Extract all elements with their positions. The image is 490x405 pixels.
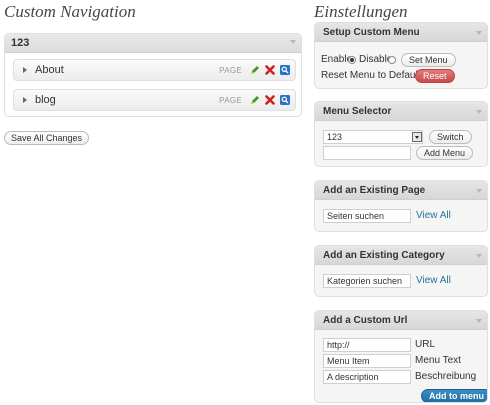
url-label: URL [415, 339, 436, 350]
menu-panel: 123 About PAGE blog PAGE [4, 33, 302, 117]
widget-header: Add a Custom Url [315, 311, 487, 330]
url-input[interactable]: http:// [323, 338, 411, 352]
collapse-toggle-icon[interactable] [290, 40, 296, 44]
menu-item-type: PAGE [219, 65, 242, 75]
menu-text-label: Menu Text [415, 355, 461, 366]
widget-title: Add an Existing Page [323, 184, 426, 196]
menu-panel-header: 123 [5, 34, 301, 53]
menu-name: 123 [11, 37, 30, 49]
delete-x-icon[interactable] [265, 95, 275, 105]
collapse-toggle-icon[interactable] [476, 31, 482, 35]
enable-radio[interactable] [348, 56, 356, 64]
category-search-input[interactable]: Kategorien suchen [323, 274, 411, 288]
add-to-menu-button[interactable]: Add to menu [421, 389, 487, 402]
page-search-input[interactable]: Seiten suchen [323, 209, 411, 223]
menu-item-label: blog [35, 94, 56, 106]
widget-header: Setup Custom Menu [315, 23, 487, 42]
menu-item-label: About [35, 64, 64, 76]
set-menu-button[interactable]: Set Menu [401, 53, 456, 67]
widget-title: Menu Selector [323, 105, 392, 117]
collapse-toggle-icon[interactable] [476, 254, 482, 258]
widget-title: Setup Custom Menu [323, 26, 420, 38]
view-all-categories-link[interactable]: View All [416, 275, 451, 286]
add-menu-button[interactable]: Add Menu [416, 146, 474, 160]
settings-title: Einstellungen [314, 2, 408, 21]
menu-item-type: PAGE [219, 95, 242, 105]
widget-header: Menu Selector [315, 102, 487, 121]
view-magnifier-icon[interactable] [280, 65, 290, 75]
description-label: Beschreibung [415, 371, 477, 382]
collapse-toggle-icon[interactable] [476, 189, 482, 193]
edit-pencil-icon[interactable] [250, 95, 260, 105]
description-input[interactable]: A description [323, 370, 411, 384]
widget-header: Add an Existing Page [315, 181, 487, 200]
menu-select[interactable]: 123 [323, 130, 423, 144]
disable-radio[interactable] [388, 56, 396, 64]
save-all-changes-button[interactable]: Save All Changes [4, 131, 90, 145]
add-existing-page-widget: Add an Existing Page Seiten suchen View … [314, 180, 488, 232]
custom-navigation-title: Custom Navigation [4, 2, 136, 21]
new-menu-input[interactable] [323, 146, 411, 160]
menu-item-blog[interactable]: blog PAGE [13, 89, 296, 111]
expand-arrow-icon[interactable] [23, 97, 27, 103]
expand-arrow-icon[interactable] [23, 67, 27, 73]
menu-item-about[interactable]: About PAGE [13, 59, 296, 81]
collapse-toggle-icon[interactable] [476, 110, 482, 114]
dropdown-arrow-icon[interactable] [412, 132, 422, 142]
delete-x-icon[interactable] [265, 65, 275, 75]
widget-title: Add a Custom Url [323, 314, 408, 326]
menu-text-input[interactable]: Menu Item [323, 354, 411, 368]
setup-custom-menu-widget: Setup Custom Menu Enable Disable Set Men… [314, 22, 488, 89]
collapse-toggle-icon[interactable] [476, 319, 482, 323]
view-all-pages-link[interactable]: View All [416, 210, 451, 221]
reset-menu-text: Reset Menu to Default [321, 70, 421, 81]
switch-button[interactable]: Switch [429, 130, 472, 144]
widget-title: Add an Existing Category [323, 249, 445, 261]
add-existing-category-widget: Add an Existing Category Kategorien such… [314, 245, 488, 297]
menu-selector-widget: Menu Selector 123 Switch Add Menu [314, 101, 488, 167]
view-magnifier-icon[interactable] [280, 95, 290, 105]
add-custom-url-widget: Add a Custom Url http:// URL Menu Item M… [314, 310, 488, 403]
widget-header: Add an Existing Category [315, 246, 487, 265]
reset-button[interactable]: Reset [415, 69, 455, 83]
edit-pencil-icon[interactable] [250, 65, 260, 75]
